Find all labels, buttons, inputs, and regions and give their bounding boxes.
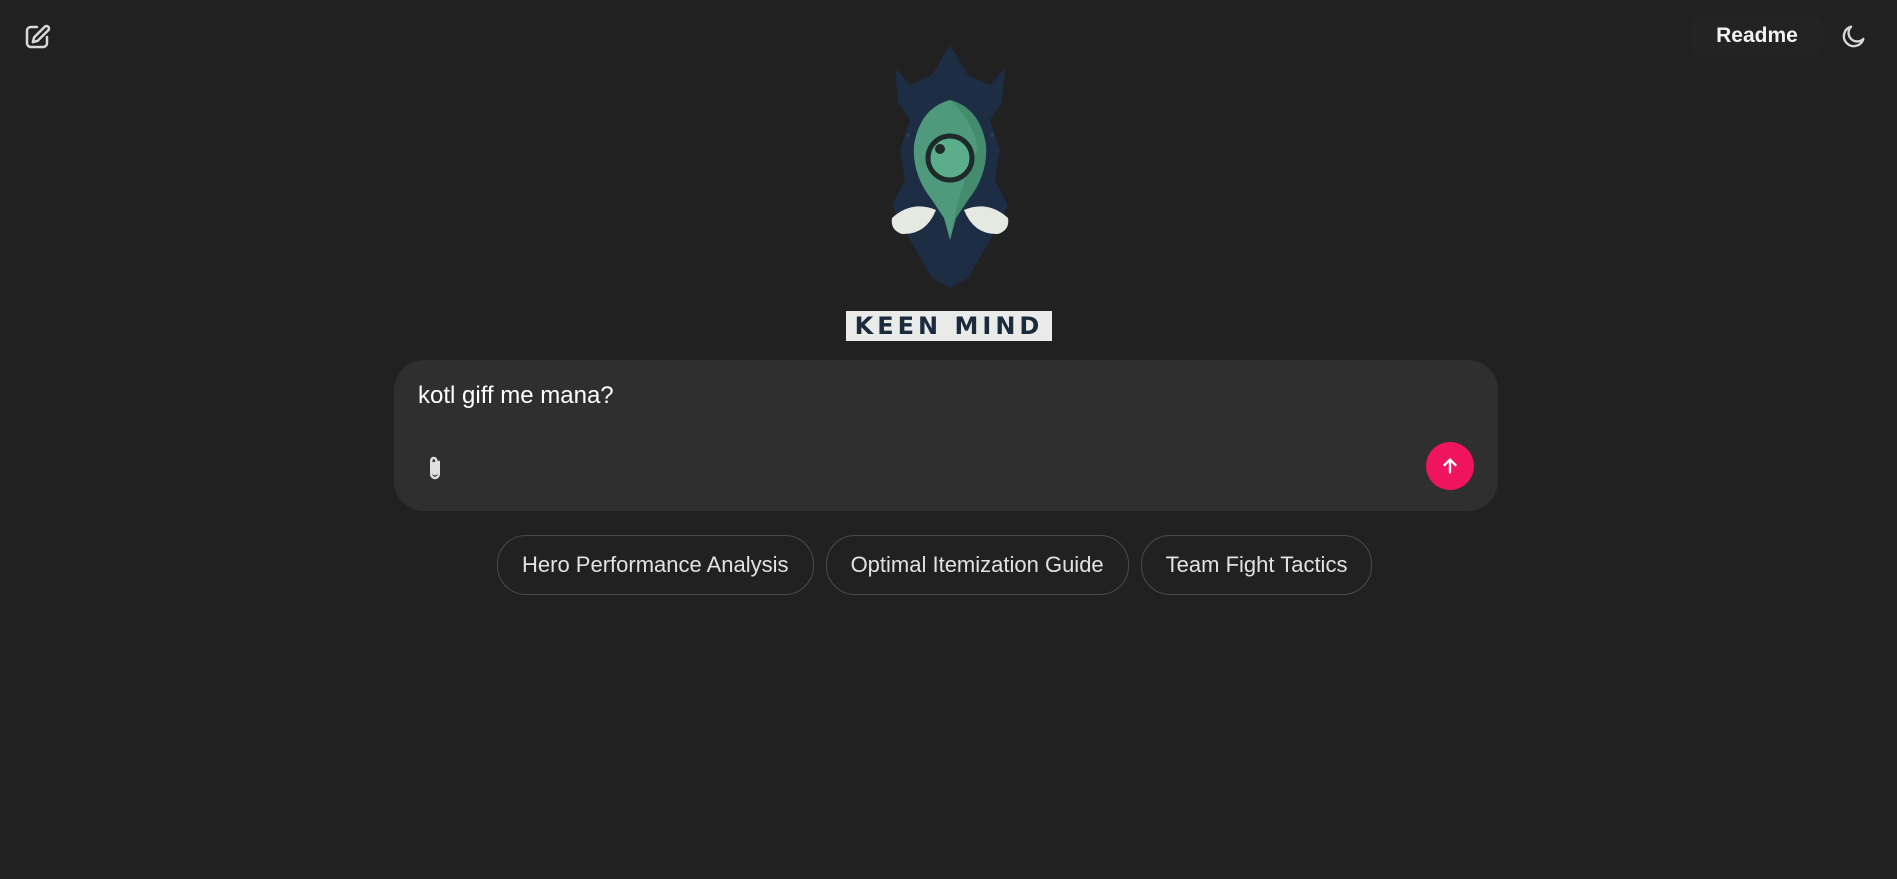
send-button[interactable] (1426, 442, 1474, 490)
arrow-up-icon (1443, 458, 1457, 474)
app-page: Readme KEEN MIND kotl giff me mana? Hero… (0, 0, 1897, 879)
readme-button[interactable]: Readme (1690, 16, 1824, 56)
attach-file-button[interactable] (416, 448, 454, 488)
moon-icon (1842, 25, 1865, 48)
theme-toggle-button[interactable] (1836, 18, 1872, 54)
suggestion-chip-hero-performance[interactable]: Hero Performance Analysis (497, 535, 814, 595)
new-chat-button[interactable] (20, 20, 54, 54)
suggestion-chip-itemization[interactable]: Optimal Itemization Guide (825, 535, 1129, 595)
prompt-input[interactable]: kotl giff me mana? (418, 382, 614, 410)
paperclip-icon (430, 456, 440, 480)
brand-wordmark: KEEN MIND (846, 311, 1052, 341)
chat-composer: kotl giff me mana? (394, 360, 1498, 511)
suggestion-chip-team-fight[interactable]: Team Fight Tactics (1140, 535, 1373, 595)
readme-label: Readme (1716, 24, 1798, 47)
suggestion-chips: Hero Performance Analysis Optimal Itemiz… (497, 535, 1373, 595)
keen-mind-mask-icon (891, 45, 1009, 288)
edit-icon (25, 24, 51, 49)
